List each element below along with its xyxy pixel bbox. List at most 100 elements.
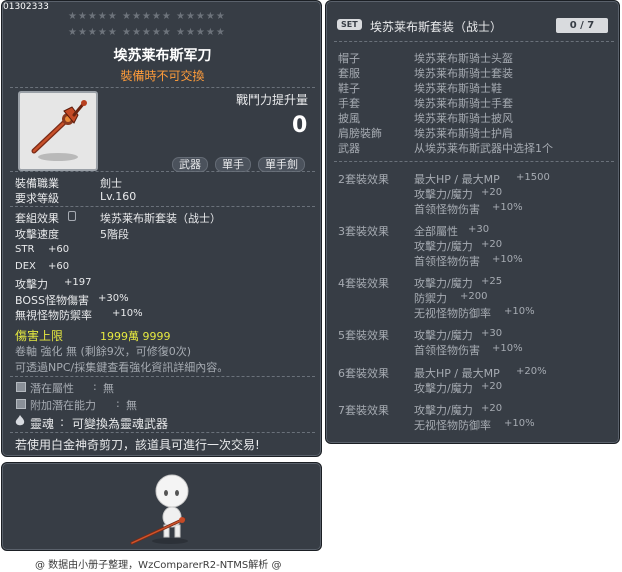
stat-dex-label: DEX [15, 261, 36, 272]
set-effect-value: +10% [492, 254, 523, 265]
set-count: 0 / 7 [556, 18, 608, 33]
set-effect-value: +25 [481, 276, 503, 287]
set-piece-slot: 帽子 [338, 52, 360, 65]
set-effect-label: 3套裝效果 [338, 225, 389, 238]
set-effect-value: +30 [468, 224, 490, 235]
damage-cap-value: 1999萬 9999 [100, 330, 171, 343]
flame-icon [15, 415, 25, 426]
set-effect-stat: 攻擊力/魔力 [414, 329, 473, 342]
set-effect-value: +20 [481, 403, 503, 414]
set-effect-stat: 首领怪物伤害 [414, 255, 480, 268]
set-effect-value: +10% [492, 202, 523, 213]
set-piece-name: 埃苏莱布斯骑士套装 [414, 67, 513, 80]
set-piece-slot: 套服 [338, 67, 360, 80]
set-effect-value: +20% [516, 366, 547, 377]
npc-text: 可透過NPC/採集鍵查看強化資訊詳細內容。 [15, 361, 229, 374]
set-effect-stat: 全部屬性 [414, 225, 458, 238]
item-icon-frame [18, 91, 98, 171]
soul-label: 靈魂 [30, 417, 55, 431]
stat-speed-value: 5階段 [100, 228, 129, 241]
set-effect-stat: 首领怪物伤害 [414, 344, 480, 357]
set-effect-value: +200 [460, 291, 488, 302]
set-piece-slot: 肩膀裝飾 [338, 127, 382, 140]
set-effect-value: +20 [481, 239, 503, 250]
set-effect-stat: 防禦力 [414, 292, 447, 305]
set-piece-name: 埃苏莱布斯骑士披风 [414, 112, 513, 125]
set-effect-label: 5套裝效果 [338, 329, 389, 342]
tag-one-hand: 單手 [215, 157, 251, 172]
set-effect-stat: 最大HP / 最大MP [414, 173, 500, 186]
set-effect-stat: 攻擊力/魔力 [414, 240, 473, 253]
set-effect-value: +1500 [516, 172, 550, 183]
set-piece-slot: 手套 [338, 97, 360, 110]
footer-credit: @ 数据由小册子整理，WzComparerR2-NTMS解析 @ [35, 560, 282, 571]
set-piece-name: 埃苏莱布斯骑士鞋 [414, 82, 502, 95]
power-label: 戰鬥力提升量 [236, 93, 309, 107]
set-effect-value: +10% [492, 343, 523, 354]
damage-cap-label: 傷害上限 [15, 329, 64, 343]
bonus-potential-icon [16, 399, 26, 409]
level-label: 要求等級 [15, 192, 59, 205]
job-value: 劍士 [100, 177, 122, 190]
set-effect-stat: 攻擊力/魔力 [414, 382, 473, 395]
shears-text: 若使用白金神奇剪刀，該道具可進行一次交易! [15, 438, 260, 452]
level-value: Lv.160 [100, 190, 137, 203]
set-effect-stat: 首领怪物伤害 [414, 203, 480, 216]
set-effect-label: 6套裝效果 [338, 367, 389, 380]
star-force-row-2: ★★★★★ ★★★★★ ★★★★★ [68, 27, 226, 38]
set-piece-slot: 披風 [338, 112, 360, 125]
set-panel: SET 埃苏莱布斯套装（战士） 0 / 7 帽子 埃苏莱布斯骑士头盔 套服 埃苏… [325, 0, 620, 444]
stat-speed-label: 攻擊速度 [15, 228, 59, 241]
set-piece-slot: 武器 [338, 142, 360, 155]
set-effect-stat: 无视怪物防御率 [414, 419, 491, 432]
lock-icon [68, 211, 76, 221]
stat-boss-label: BOSS怪物傷害 [15, 294, 89, 307]
stat-ignore-value: +10% [112, 308, 143, 319]
set-piece-name: 埃苏莱布斯骑士手套 [414, 97, 513, 110]
potential-value: 無 [103, 382, 114, 395]
set-effect-stat: 最大HP / 最大MP [414, 367, 500, 380]
potential-icon [16, 382, 26, 392]
set-effect-stat: 无视怪物防御率 [414, 307, 491, 320]
stat-dex-value: +60 [48, 261, 70, 272]
set-badge: SET [337, 19, 362, 30]
stat-att-value: +197 [64, 277, 92, 288]
set-effect-value: +10% [504, 306, 535, 317]
job-label: 裝備職業 [15, 177, 59, 190]
set-effect-label: 4套裝效果 [338, 277, 389, 290]
stat-set-value: 埃苏莱布斯套装（战士） [100, 212, 221, 225]
stat-boss-value: +30% [98, 293, 129, 304]
bonus-potential-colon: : [116, 397, 120, 410]
tag-weapon: 武器 [172, 157, 208, 172]
avatar-preview [1, 462, 322, 551]
set-piece-name: 埃苏莱布斯骑士护肩 [414, 127, 513, 140]
bonus-potential-value: 無 [126, 399, 137, 412]
set-piece-name: 埃苏莱布斯骑士头盔 [414, 52, 513, 65]
sword-icon [31, 100, 87, 161]
stat-set-label: 套組效果 [15, 212, 59, 225]
set-effect-value: +20 [481, 187, 503, 198]
set-effect-stat: 攻擊力/魔力 [414, 404, 473, 417]
tag-one-hand-sword: 單手劍 [258, 157, 305, 172]
potential-colon: : [93, 380, 97, 393]
scroll-text: 卷軸 強化 無 (剩餘9次，可修復0次) [15, 345, 192, 358]
potential-label: 潛在屬性 [30, 382, 74, 395]
stat-str-label: STR [15, 244, 35, 255]
set-effect-label: 2套裝效果 [338, 173, 389, 186]
set-effect-stat: 攻擊力/魔力 [414, 188, 473, 201]
stat-att-label: 攻擊力 [15, 278, 48, 291]
soul-text: 可變換為靈魂武器 [72, 417, 169, 431]
star-force-row-1: ★★★★★ ★★★★★ ★★★★★ [68, 11, 226, 22]
bonus-potential-label: 附加潛在能力 [30, 399, 96, 412]
item-tooltip: 01302333 ★★★★★ ★★★★★ ★★★★★ ★★★★★ ★★★★★ ★… [1, 0, 322, 457]
stat-str-value: +60 [48, 244, 70, 255]
trade-note: 裝備時不可交換 [120, 69, 205, 83]
set-effect-value: +20 [481, 381, 503, 392]
set-effect-value: +30 [481, 328, 503, 339]
set-title: 埃苏莱布斯套装（战士） [370, 20, 503, 34]
set-piece-name: 从埃苏莱布斯武器中选择1个 [414, 142, 553, 155]
power-value: 0 [292, 113, 308, 138]
set-piece-slot: 鞋子 [338, 82, 360, 95]
item-id: 01302333 [3, 2, 49, 12]
set-effect-label: 7套裝效果 [338, 404, 389, 417]
